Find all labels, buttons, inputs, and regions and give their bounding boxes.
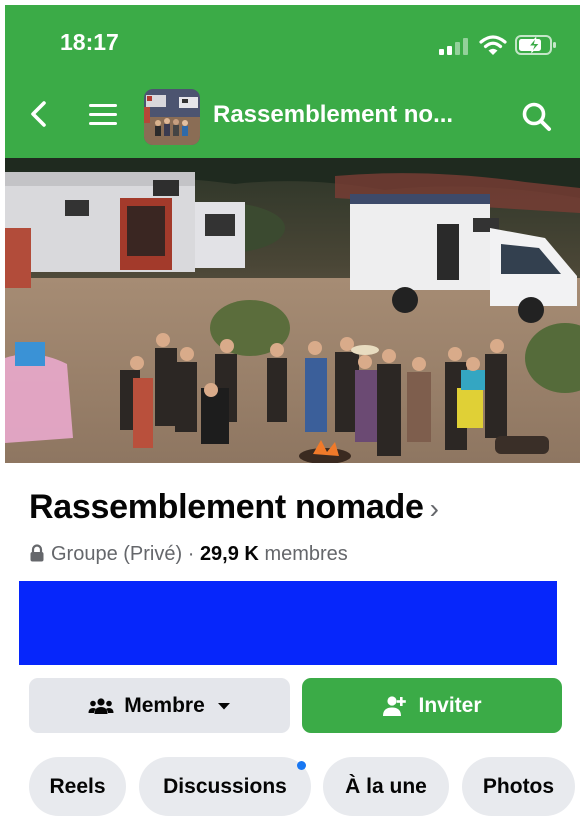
status-time: 18:17 (60, 29, 119, 55)
tab-a-la-une[interactable]: À la une (323, 757, 449, 816)
tab-discussions-label[interactable]: Discussions (163, 775, 287, 799)
battery-charging-icon (515, 35, 556, 55)
search-icon[interactable] (519, 99, 555, 135)
group-cover-photo[interactable] (5, 158, 580, 463)
tab-photos-label[interactable]: Photos (483, 775, 554, 799)
cellular-signal-icon (439, 37, 471, 55)
members-icon (88, 697, 114, 714)
tab-photos[interactable]: Photos (462, 757, 575, 816)
invite-button-label[interactable]: Inviter (418, 694, 481, 718)
member-button[interactable]: Membre (29, 678, 290, 733)
app-screen: 18:17 Rassemblement no... Rassemblement … (5, 5, 580, 837)
group-privacy: Groupe (Privé) (51, 543, 183, 565)
tab-reels-label[interactable]: Reels (49, 775, 105, 799)
header-bar: 18:17 Rassemblement no... (5, 5, 580, 158)
invite-button[interactable]: Inviter (302, 678, 562, 733)
group-title-text[interactable]: Rassemblement nomade (29, 488, 424, 526)
tab-reels[interactable]: Reels (29, 757, 126, 816)
meta-separator: · (182, 543, 200, 565)
add-person-icon (383, 695, 407, 716)
notification-dot (297, 761, 306, 770)
back-arrow-icon[interactable] (27, 99, 51, 129)
wifi-icon (479, 35, 507, 55)
member-button-label[interactable]: Membre (124, 694, 205, 718)
group-avatar[interactable] (144, 89, 200, 145)
tab-discussions[interactable]: Discussions (139, 757, 311, 816)
menu-icon[interactable] (89, 103, 117, 127)
caret-down-icon[interactable] (217, 701, 231, 711)
navigation-bar: Rassemblement no... (5, 85, 580, 145)
blue-banner (19, 581, 557, 665)
tab-a-la-une-label[interactable]: À la une (345, 775, 427, 799)
member-label: membres (264, 543, 348, 565)
chevron-right-icon[interactable]: › (430, 493, 439, 524)
group-meta: Groupe (Privé) · 29,9 K membres (29, 543, 348, 566)
member-count: 29,9 K (199, 543, 259, 565)
group-title[interactable]: Rassemblement nomade › (29, 488, 439, 527)
header-group-title[interactable]: Rassemblement no... (213, 101, 503, 129)
lock-icon (30, 544, 44, 562)
